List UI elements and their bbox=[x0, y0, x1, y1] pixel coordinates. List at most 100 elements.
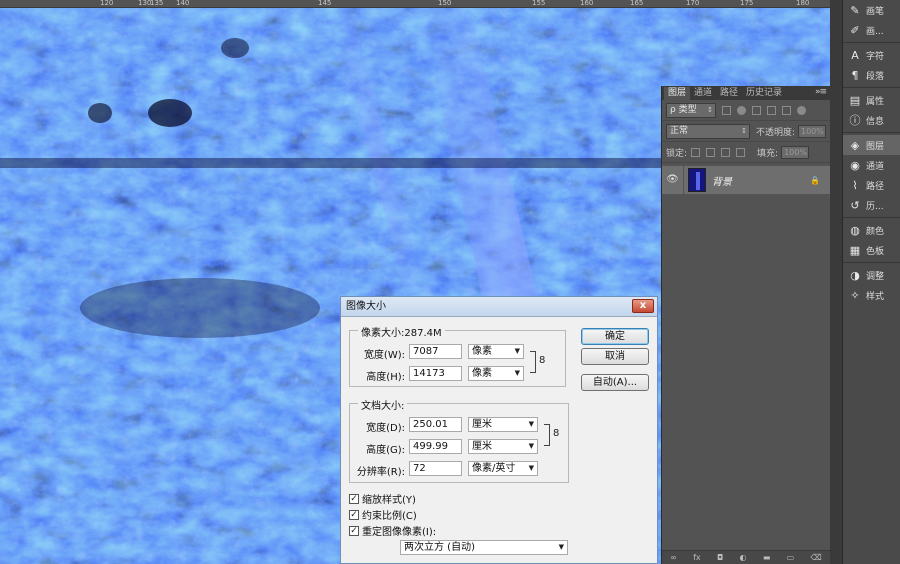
dock-label: 路径 bbox=[866, 181, 885, 192]
dock-character[interactable]: A 字符 bbox=[843, 45, 900, 65]
tab-history[interactable]: 历史记录 bbox=[742, 87, 786, 100]
ruler-tick-label: 135 bbox=[150, 0, 164, 7]
layer-row-background[interactable]: 👁 背景 🔒 bbox=[662, 166, 830, 194]
ok-button[interactable]: 确定 bbox=[581, 328, 649, 345]
auto-button[interactable]: 自动(A)... bbox=[581, 374, 649, 391]
filter-smart-object-icon[interactable] bbox=[782, 105, 791, 115]
pixel-width-input[interactable]: 7087 bbox=[409, 344, 462, 359]
dialog-titlebar[interactable]: 图像大小 x bbox=[341, 297, 657, 317]
fill-field[interactable]: 100% bbox=[781, 145, 810, 159]
dock-label: 图层 bbox=[866, 141, 885, 152]
panel-menu-icon[interactable]: »≡ bbox=[815, 87, 827, 97]
blend-mode-select[interactable]: 正常 bbox=[666, 123, 750, 139]
ruler-tick-label: 150 bbox=[438, 0, 452, 7]
pixel-width-unit-select[interactable]: 像素 bbox=[468, 344, 524, 359]
pixel-height-unit-select[interactable]: 像素 bbox=[468, 366, 524, 381]
filter-type-icon[interactable] bbox=[752, 105, 761, 115]
layers-icon: ◈ bbox=[850, 138, 860, 152]
cancel-button[interactable]: 取消 bbox=[581, 348, 649, 365]
opacity-label: 不透明度: bbox=[755, 127, 796, 138]
dock-label: 通道 bbox=[866, 161, 885, 172]
dock-adjustments[interactable]: ◑ 调整 bbox=[843, 265, 900, 285]
dock-properties[interactable]: ▤ 属性 bbox=[843, 90, 900, 110]
resample-image-checkbox[interactable]: ✓ 重定图像像素(I): bbox=[349, 523, 436, 538]
tab-channels[interactable]: 通道 bbox=[690, 87, 716, 100]
channels-icon: ◉ bbox=[850, 158, 860, 172]
link-icon[interactable]: ∞ bbox=[670, 553, 677, 562]
dock-label: 信息 bbox=[866, 116, 885, 127]
tab-layers[interactable]: 图层 bbox=[664, 87, 691, 100]
adjustment-icon[interactable]: ◐ bbox=[740, 553, 747, 562]
opacity-field[interactable]: 100% bbox=[798, 124, 826, 138]
dialog-title: 图像大小 bbox=[346, 301, 386, 312]
doc-width-unit-select[interactable]: 厘米 bbox=[468, 417, 538, 432]
ruler-tick-label: 170 bbox=[686, 0, 700, 7]
dock-brush[interactable]: ✎ 画笔 bbox=[843, 0, 900, 20]
lock-position-icon[interactable] bbox=[721, 147, 731, 157]
dock-label: 字符 bbox=[866, 51, 885, 62]
layer-filter-select[interactable]: ρ 类型 bbox=[666, 102, 716, 118]
dock-label: 颜色 bbox=[866, 226, 885, 237]
brush-preset-icon: ✐ bbox=[850, 23, 860, 37]
dock-divider bbox=[843, 42, 900, 43]
dock-styles[interactable]: ✧ 样式 bbox=[843, 285, 900, 305]
ruler-tick-label: 160 bbox=[580, 0, 594, 7]
visibility-eye-icon[interactable]: 👁 bbox=[662, 166, 684, 194]
doc-width-input[interactable]: 250.01 bbox=[409, 417, 462, 432]
adjustments-icon: ◑ bbox=[850, 268, 860, 282]
swatches-icon: ▦ bbox=[849, 243, 861, 257]
new-layer-icon[interactable]: ▭ bbox=[787, 553, 795, 562]
checkbox-label: 约束比例(C) bbox=[362, 511, 417, 522]
close-icon[interactable]: x bbox=[632, 299, 654, 313]
dock-color[interactable]: ◍ 颜色 bbox=[843, 220, 900, 240]
doc-height-label: 高度(G): bbox=[366, 445, 405, 456]
properties-icon: ▤ bbox=[849, 93, 861, 107]
checkbox-check-icon: ✓ bbox=[349, 493, 359, 504]
chain-link-icon: 8 bbox=[539, 355, 546, 366]
pixel-dimensions-group: 像素大小:287.4M 宽度(W): 7087 像素 高度(H): 14173 … bbox=[349, 324, 566, 387]
document-size-group: 文档大小: 宽度(D): 250.01 厘米 高度(G): 499.99 厘米 … bbox=[349, 397, 569, 483]
lock-image-icon[interactable] bbox=[706, 147, 716, 157]
resolution-unit-select[interactable]: 像素/英寸 bbox=[468, 461, 538, 476]
ruler-tick-label: 165 bbox=[630, 0, 644, 7]
resample-method-select[interactable]: 两次立方 (自动) bbox=[400, 540, 568, 555]
pixel-height-label: 高度(H): bbox=[366, 372, 405, 383]
dock-paths[interactable]: ⌇ 路径 bbox=[843, 175, 900, 195]
group-icon[interactable]: ▬ bbox=[763, 553, 771, 562]
trash-icon[interactable]: ⌫ bbox=[811, 553, 822, 562]
dock-swatches[interactable]: ▦ 色板 bbox=[843, 240, 900, 260]
constrain-proportions-checkbox[interactable]: ✓ 约束比例(C) bbox=[349, 507, 417, 522]
layers-panel: 图层 通道 路径 历史记录 »≡ ρ 类型 正常 不透明度: 100% 锁定: … bbox=[661, 86, 830, 564]
tab-paths[interactable]: 路径 bbox=[716, 87, 742, 100]
scale-styles-checkbox[interactable]: ✓ 缩放样式(Y) bbox=[349, 491, 416, 506]
dock-history[interactable]: ↺ 历... bbox=[843, 195, 900, 215]
doc-height-unit-select[interactable]: 厘米 bbox=[468, 439, 538, 454]
dock-paragraph[interactable]: ¶ 段落 bbox=[843, 65, 900, 85]
dock-divider bbox=[843, 87, 900, 88]
dock-channels[interactable]: ◉ 通道 bbox=[843, 155, 900, 175]
history-icon: ↺ bbox=[850, 198, 860, 212]
lock-all-icon[interactable] bbox=[736, 147, 746, 157]
filter-shape-icon[interactable] bbox=[767, 105, 776, 115]
character-icon: A bbox=[851, 48, 859, 62]
dock-label: 色板 bbox=[866, 246, 885, 257]
filter-toggle-icon[interactable] bbox=[797, 105, 806, 115]
lock-transparent-icon[interactable] bbox=[691, 147, 701, 157]
filter-adjustment-icon[interactable] bbox=[737, 105, 746, 115]
constrain-bracket bbox=[530, 351, 536, 373]
color-icon: ◍ bbox=[850, 223, 860, 237]
dock-brush-presets[interactable]: ✐ 画... bbox=[843, 20, 900, 40]
resolution-input[interactable]: 72 bbox=[409, 461, 462, 476]
doc-height-input[interactable]: 499.99 bbox=[409, 439, 462, 454]
pixel-height-input[interactable]: 14173 bbox=[409, 366, 462, 381]
filter-pixel-icon[interactable] bbox=[722, 105, 731, 115]
layer-lock-icon: 🔒 bbox=[810, 175, 820, 185]
checkbox-check-icon: ✓ bbox=[349, 525, 359, 536]
dock-divider bbox=[843, 132, 900, 133]
fx-icon[interactable]: fx bbox=[693, 553, 701, 562]
dock-layers[interactable]: ◈ 图层 bbox=[843, 135, 900, 155]
mask-icon[interactable]: ◘ bbox=[717, 553, 723, 562]
layer-name: 背景 bbox=[712, 176, 732, 188]
dock-info[interactable]: ⓘ 信息 bbox=[843, 110, 900, 130]
panel-dock: ✎ 画笔 ✐ 画... A 字符 ¶ 段落 ▤ 属性 ⓘ 信息 ◈ 图层 ◉ 通道 ⌇ 路径 ↺ 历… bbox=[842, 0, 900, 564]
